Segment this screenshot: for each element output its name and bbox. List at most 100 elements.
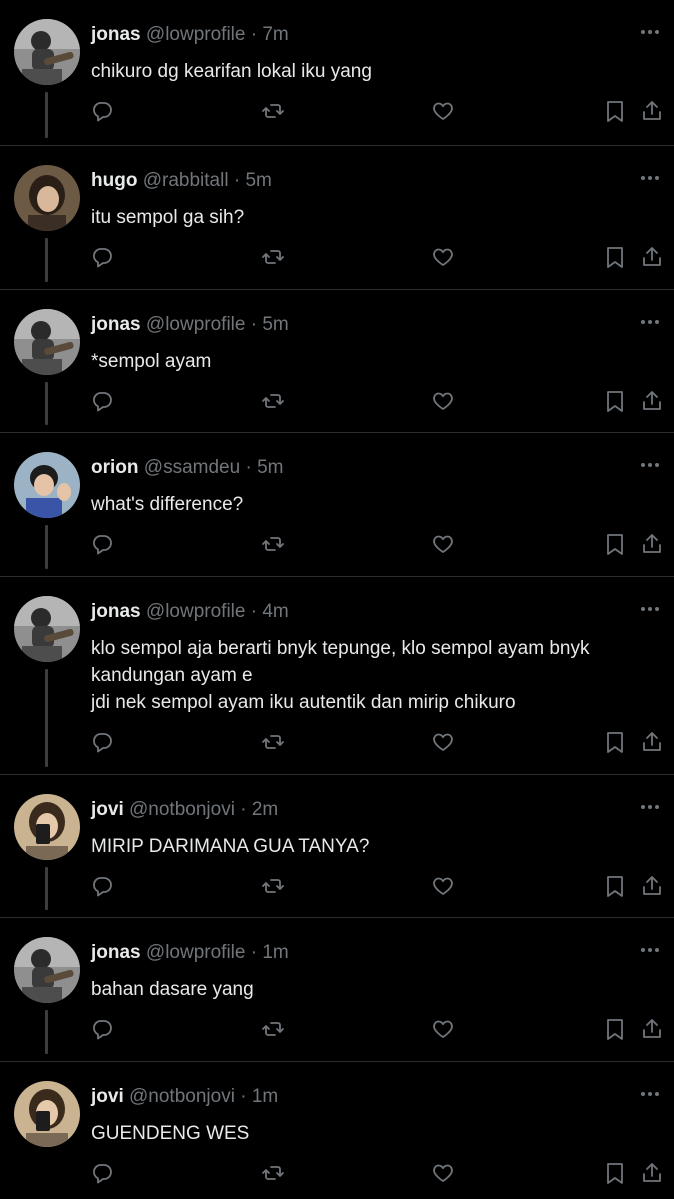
reply-icon[interactable]	[90, 730, 114, 754]
user-handle[interactable]: @lowprofile	[146, 314, 246, 335]
timestamp[interactable]: 5m	[262, 314, 288, 335]
more-icon[interactable]	[638, 940, 662, 960]
more-icon[interactable]	[638, 1084, 662, 1104]
bookmark-icon[interactable]	[603, 389, 627, 413]
more-icon[interactable]	[638, 312, 662, 332]
share-icon[interactable]	[640, 1017, 664, 1041]
tweet[interactable]: jonas @lowprofile · 5m *sempol ayam	[0, 290, 674, 433]
share-icon[interactable]	[640, 730, 664, 754]
timestamp[interactable]: 5m	[257, 457, 283, 478]
heart-icon[interactable]	[431, 245, 455, 269]
user-handle[interactable]: @notbonjovi	[129, 799, 235, 820]
tweet[interactable]: jovi @notbonjovi · 1m GUENDENG WES	[0, 1062, 674, 1199]
separator-dot: ·	[250, 942, 258, 963]
share-icon[interactable]	[640, 532, 664, 556]
user-handle[interactable]: @lowprofile	[146, 24, 246, 45]
tweet-header: jonas @lowprofile · 5m	[91, 314, 289, 336]
more-icon[interactable]	[638, 599, 662, 619]
timestamp[interactable]: 4m	[262, 601, 288, 622]
timestamp[interactable]: 7m	[262, 24, 288, 45]
user-handle[interactable]: @ssamdeu	[144, 457, 240, 478]
bookmark-icon[interactable]	[603, 874, 627, 898]
avatar[interactable]	[14, 309, 80, 375]
reply-icon[interactable]	[90, 245, 114, 269]
tweet-text: *sempol ayam	[91, 351, 212, 372]
user-handle[interactable]: @lowprofile	[146, 601, 246, 622]
retweet-icon[interactable]	[261, 99, 285, 123]
reply-icon[interactable]	[90, 532, 114, 556]
user-handle[interactable]: @rabbitall	[143, 170, 229, 191]
display-name[interactable]: jonas	[91, 314, 141, 335]
tweet-header: jonas @lowprofile · 1m	[91, 942, 289, 964]
display-name[interactable]: jonas	[91, 942, 141, 963]
retweet-icon[interactable]	[261, 1161, 285, 1185]
reply-icon[interactable]	[90, 1017, 114, 1041]
heart-icon[interactable]	[431, 1161, 455, 1185]
heart-icon[interactable]	[431, 532, 455, 556]
timestamp[interactable]: 2m	[252, 799, 278, 820]
bookmark-icon[interactable]	[603, 1161, 627, 1185]
separator-dot: ·	[250, 314, 258, 335]
tweet-header: hugo @rabbitall · 5m	[91, 170, 272, 192]
more-icon[interactable]	[638, 168, 662, 188]
retweet-icon[interactable]	[261, 730, 285, 754]
tweet-text: GUENDENG WES	[91, 1123, 250, 1144]
reply-icon[interactable]	[90, 874, 114, 898]
heart-icon[interactable]	[431, 874, 455, 898]
display-name[interactable]: hugo	[91, 170, 137, 191]
share-icon[interactable]	[640, 874, 664, 898]
more-icon[interactable]	[638, 797, 662, 817]
bookmark-icon[interactable]	[603, 245, 627, 269]
avatar[interactable]	[14, 452, 80, 518]
bookmark-icon[interactable]	[603, 532, 627, 556]
display-name[interactable]: jovi	[91, 799, 124, 820]
retweet-icon[interactable]	[261, 532, 285, 556]
tweet[interactable]: jovi @notbonjovi · 2m MIRIP DARIMANA GUA …	[0, 775, 674, 918]
tweet[interactable]: hugo @rabbitall · 5m itu sempol ga sih?	[0, 146, 674, 290]
display-name[interactable]: jovi	[91, 1086, 124, 1107]
heart-icon[interactable]	[431, 99, 455, 123]
tweet-text: klo sempol aja berarti bnyk tepunge, klo…	[91, 638, 590, 713]
timestamp[interactable]: 1m	[262, 942, 288, 963]
display-name[interactable]: jonas	[91, 24, 141, 45]
bookmark-icon[interactable]	[603, 1017, 627, 1041]
heart-icon[interactable]	[431, 389, 455, 413]
share-icon[interactable]	[640, 389, 664, 413]
avatar[interactable]	[14, 937, 80, 1003]
heart-icon[interactable]	[431, 1017, 455, 1041]
reply-icon[interactable]	[90, 1161, 114, 1185]
user-handle[interactable]: @notbonjovi	[129, 1086, 235, 1107]
avatar[interactable]	[14, 794, 80, 860]
thread-line	[45, 525, 48, 569]
user-handle[interactable]: @lowprofile	[146, 942, 246, 963]
separator-dot: ·	[240, 799, 247, 820]
display-name[interactable]: jonas	[91, 601, 141, 622]
thread-line	[45, 1010, 48, 1054]
reply-icon[interactable]	[90, 389, 114, 413]
bookmark-icon[interactable]	[603, 99, 627, 123]
timestamp[interactable]: 1m	[252, 1086, 278, 1107]
tweet[interactable]: jonas @lowprofile · 7m chikuro dg kearifa…	[0, 0, 674, 146]
timestamp[interactable]: 5m	[245, 170, 271, 191]
bookmark-icon[interactable]	[603, 730, 627, 754]
display-name[interactable]: orion	[91, 457, 139, 478]
avatar[interactable]	[14, 165, 80, 231]
retweet-icon[interactable]	[261, 1017, 285, 1041]
more-icon[interactable]	[638, 22, 662, 42]
avatar[interactable]	[14, 596, 80, 662]
tweet-header: jovi @notbonjovi · 2m	[91, 799, 278, 821]
tweet[interactable]: jonas @lowprofile · 1m bahan dasare yang	[0, 918, 674, 1062]
tweet[interactable]: orion @ssamdeu · 5m what's difference?	[0, 433, 674, 577]
tweet[interactable]: jonas @lowprofile · 4m klo sempol aja ber…	[0, 577, 674, 775]
reply-icon[interactable]	[90, 99, 114, 123]
avatar[interactable]	[14, 1081, 80, 1147]
heart-icon[interactable]	[431, 730, 455, 754]
retweet-icon[interactable]	[261, 389, 285, 413]
avatar[interactable]	[14, 19, 80, 85]
retweet-icon[interactable]	[261, 874, 285, 898]
retweet-icon[interactable]	[261, 245, 285, 269]
share-icon[interactable]	[640, 99, 664, 123]
more-icon[interactable]	[638, 455, 662, 475]
share-icon[interactable]	[640, 1161, 664, 1185]
share-icon[interactable]	[640, 245, 664, 269]
